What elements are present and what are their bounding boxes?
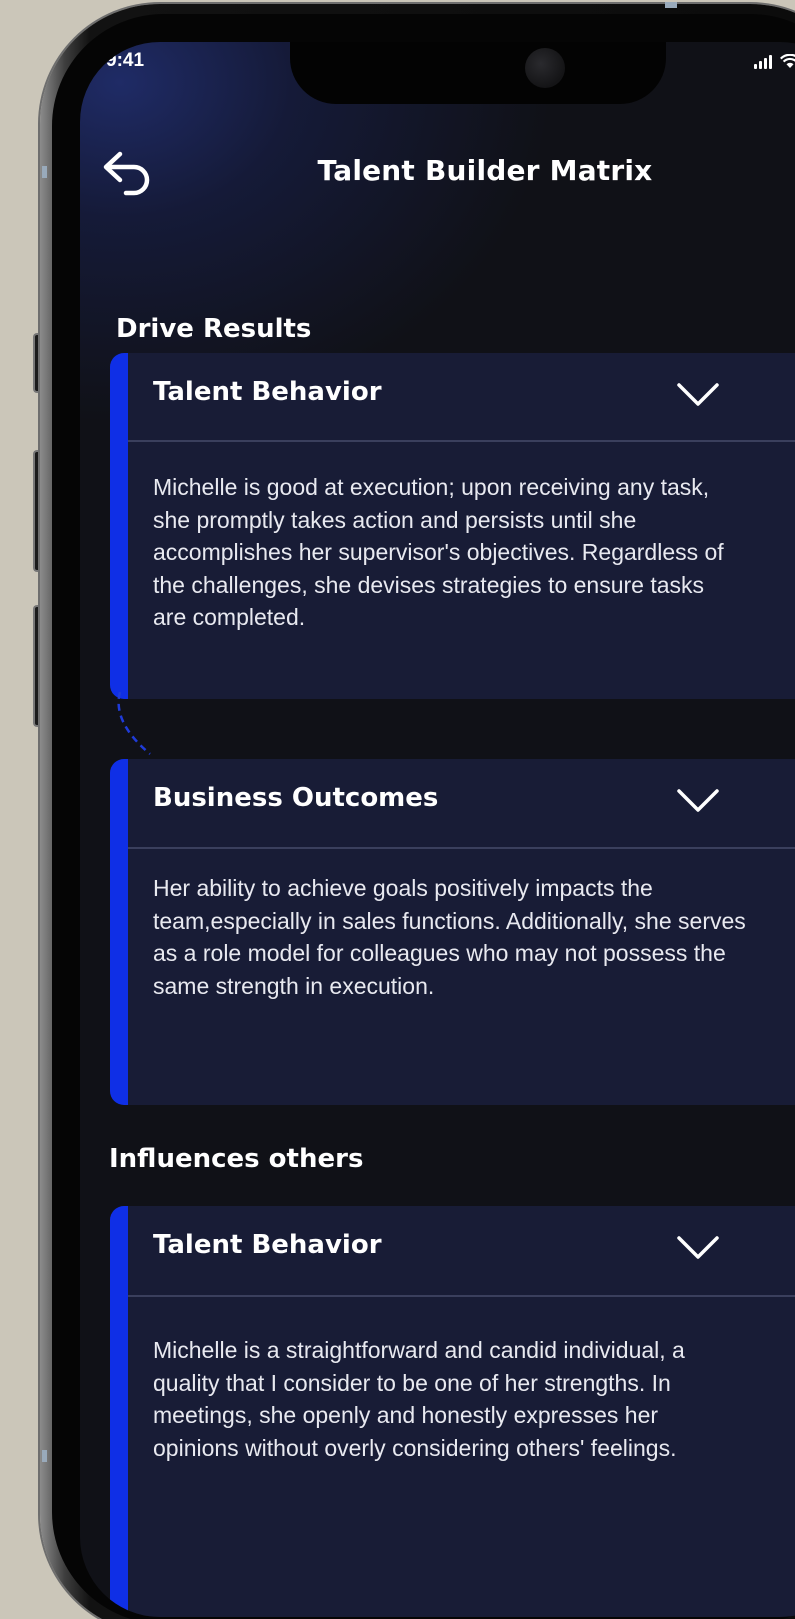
page-title: Talent Builder Matrix [317, 154, 653, 187]
antenna-line [42, 1450, 47, 1462]
card-header-toggle[interactable]: Talent Behavior [128, 1206, 795, 1292]
chevron-down-icon [677, 1236, 719, 1259]
card-header-toggle[interactable]: Talent Behavior [128, 353, 795, 439]
card-accent-bar [110, 759, 128, 1105]
card-accent-bar [110, 353, 128, 699]
card-talent-behavior-influences: Talent Behavior Michelle is a straightfo… [110, 1206, 795, 1617]
card-body-text: Michelle is good at execution; upon rece… [153, 474, 724, 630]
card-divider [128, 847, 795, 849]
antenna-line [665, 2, 677, 8]
status-time: 9:41 [106, 50, 145, 71]
card-body-text: Her ability to achieve goals positively … [153, 875, 746, 999]
wifi-icon [780, 54, 795, 69]
card-title: Talent Behavior [153, 377, 382, 407]
chevron-down-icon [677, 383, 719, 406]
app-screen: 9:41 Talent Builder Matrix Drive Results… [80, 42, 795, 1617]
card-divider [128, 440, 795, 442]
card-divider [128, 1295, 795, 1297]
card-talent-behavior: Talent Behavior Michelle is good at exec… [110, 353, 795, 699]
card-title: Talent Behavior [153, 1230, 382, 1260]
card-body-text: Michelle is a straightforward and candid… [153, 1337, 685, 1461]
card-title: Business Outcomes [153, 783, 439, 813]
signal-icon [754, 55, 772, 69]
chevron-down-icon [677, 789, 719, 812]
section-title-drive-results: Drive Results [116, 314, 312, 344]
status-icons [754, 54, 795, 69]
stage: 9:41 Talent Builder Matrix Drive Results… [0, 0, 795, 1619]
antenna-line [42, 166, 47, 178]
card-business-outcomes: Business Outcomes Her ability to achieve… [110, 759, 795, 1105]
notch [290, 42, 666, 104]
card-accent-bar [110, 1206, 128, 1617]
section-title-influences-others: Influences others [109, 1144, 364, 1174]
card-header-toggle[interactable]: Business Outcomes [128, 759, 795, 845]
dashed-connector [117, 692, 151, 755]
front-camera [525, 48, 565, 88]
